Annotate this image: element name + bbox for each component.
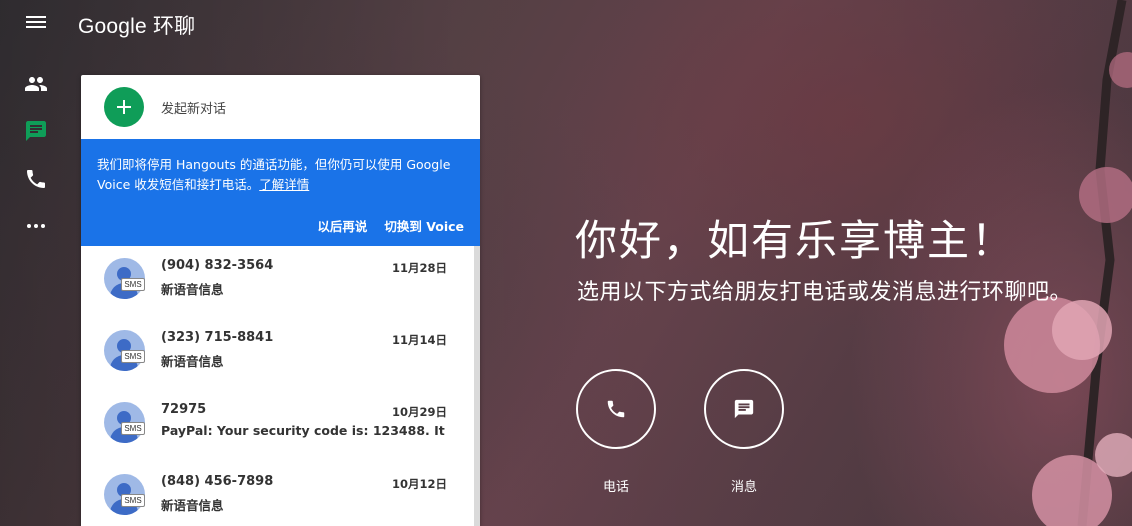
message-snippet: 新语音信息 xyxy=(161,498,224,513)
message-date: 10月29日 xyxy=(391,405,447,419)
conversation-item[interactable]: SMS (904) 832-3564 11月28日 新语音信息 xyxy=(81,246,474,318)
message-date: 11月28日 xyxy=(391,261,447,275)
message-date: 10月12日 xyxy=(391,477,447,491)
contact-name: 72975 xyxy=(161,402,207,417)
message-button[interactable]: 消息 xyxy=(704,369,784,495)
conversation-item[interactable]: SMS (323) 715-8841 11月14日 新语音信息 xyxy=(81,318,474,390)
conversation-item[interactable]: SMS 72975 10月29日 PayPal: Your security c… xyxy=(81,390,474,462)
contacts-icon[interactable] xyxy=(24,72,48,96)
later-button[interactable]: 以后再说 xyxy=(317,216,367,235)
plus-icon xyxy=(104,87,144,127)
welcome-subtitle: 选用以下方式给朋友打电话或发消息进行环聊吧。 xyxy=(577,280,1073,305)
message-snippet: 新语音信息 xyxy=(161,354,224,369)
sms-badge: SMS xyxy=(121,350,145,363)
message-date: 11月14日 xyxy=(391,333,447,347)
contact-name: (323) 715-8841 xyxy=(161,330,274,345)
banner-message: 我们即将停用 Hangouts 的通话功能，但你仍可以使用 Google Voi… xyxy=(97,157,451,192)
list-scrollbar[interactable] xyxy=(474,246,480,526)
phone-icon[interactable] xyxy=(24,167,48,191)
conversation-panel: 发起新对话 我们即将停用 Hangouts 的通话功能，但你仍可以使用 Goog… xyxy=(81,75,480,526)
message-snippet: PayPal: Your security code is: 123488. I… xyxy=(161,423,449,438)
contact-name: (848) 456-7898 xyxy=(161,474,274,489)
messages-icon[interactable] xyxy=(24,119,48,143)
app-logo: Google 环聊 xyxy=(78,15,196,38)
sms-badge: SMS xyxy=(121,494,145,507)
more-icon[interactable] xyxy=(24,214,48,238)
message-snippet: 新语音信息 xyxy=(161,282,224,297)
new-conversation-label: 发起新对话 xyxy=(161,101,227,117)
conversation-item[interactable]: SMS (848) 456-7898 10月12日 新语音信息 xyxy=(81,462,474,526)
call-label: 电话 xyxy=(602,480,629,495)
sms-badge: SMS xyxy=(121,422,145,435)
learn-more-link[interactable]: 了解详情 xyxy=(259,177,309,192)
call-button[interactable]: 电话 xyxy=(576,369,656,495)
sms-badge: SMS xyxy=(121,278,145,291)
phone-icon xyxy=(607,400,625,418)
new-conversation-button[interactable]: 发起新对话 xyxy=(81,75,480,139)
welcome-title: 你好，如有乐享博主！ xyxy=(575,216,1016,265)
deprecation-banner: 我们即将停用 Hangouts 的通话功能，但你仍可以使用 Google Voi… xyxy=(81,139,480,246)
switch-to-voice-button[interactable]: 切换到 Voice xyxy=(384,216,464,235)
conversation-list: SMS (904) 832-3564 11月28日 新语音信息 SMS (323… xyxy=(81,246,480,526)
main-menu-button[interactable] xyxy=(24,13,48,33)
message-icon xyxy=(734,399,754,419)
contact-name: (904) 832-3564 xyxy=(161,258,274,273)
message-label: 消息 xyxy=(730,480,757,495)
